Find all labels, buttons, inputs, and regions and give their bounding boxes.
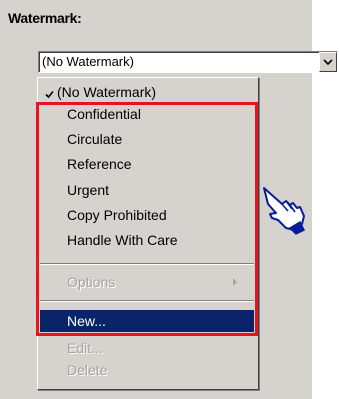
menu-item-new[interactable]: New... <box>67 313 106 329</box>
combo-dropdown-button[interactable] <box>319 52 337 72</box>
menu-item-no-watermark[interactable]: (No Watermark) <box>57 84 156 100</box>
checkmark-icon <box>45 90 54 99</box>
menu-item-circulate[interactable]: Circulate <box>67 131 122 147</box>
menu-item-reference[interactable]: Reference <box>67 156 132 172</box>
combo-selected-value: (No Watermark) <box>42 54 134 69</box>
watermark-combo-box[interactable]: (No Watermark) <box>38 51 338 73</box>
triangle-right-icon <box>233 278 237 286</box>
menu-item-options: Options <box>67 274 116 290</box>
pointing-hand-icon <box>263 187 306 235</box>
menu-item-delete: Delete <box>67 362 108 378</box>
menu-item-urgent[interactable]: Urgent <box>67 182 109 198</box>
watermark-label: Watermark: <box>8 10 82 26</box>
watermark-dialog-region: Watermark: (No Watermark) (No Watermark)… <box>0 0 339 399</box>
menu-item-confidential[interactable]: Confidential <box>67 106 141 122</box>
menu-item-handle-with-care[interactable]: Handle With Care <box>67 232 178 248</box>
chevron-down-icon <box>323 59 333 65</box>
menu-item-edit: Edit... <box>67 340 103 356</box>
menu-item-copy-prohibited[interactable]: Copy Prohibited <box>67 207 167 223</box>
menu-separator <box>40 300 254 302</box>
menu-separator <box>40 263 254 265</box>
